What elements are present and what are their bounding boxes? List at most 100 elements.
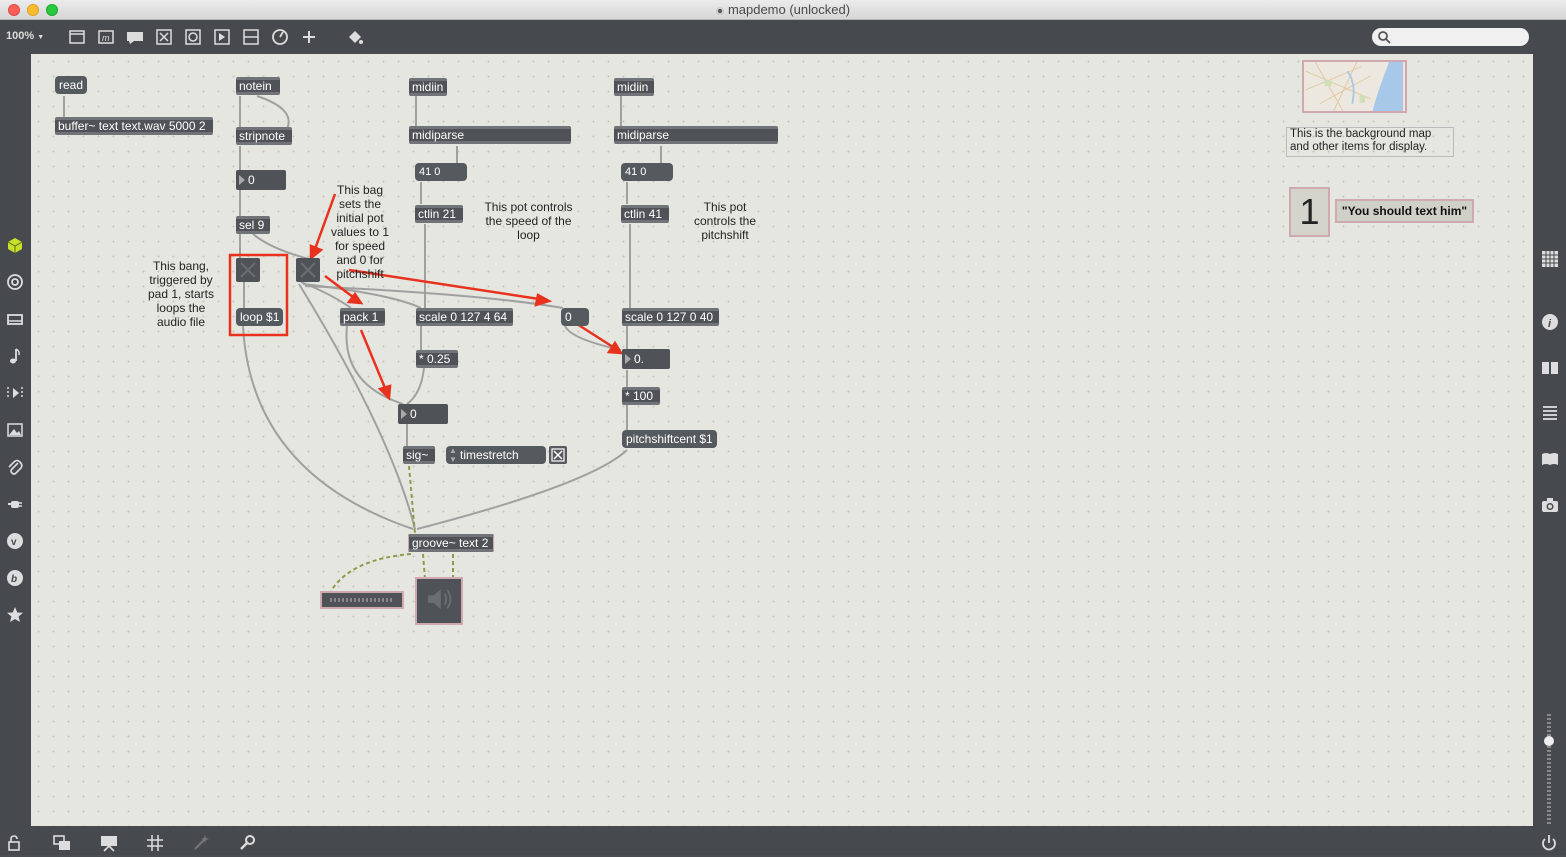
midiparse-object-2[interactable]: midiparse <box>614 126 778 144</box>
midiin-object-1[interactable]: midiin <box>409 78 447 96</box>
grid-icon[interactable] <box>1541 250 1559 268</box>
grid-snap-icon[interactable] <box>146 834 164 852</box>
dial-icon[interactable] <box>271 28 289 46</box>
stripnote-object[interactable]: stripnote <box>236 127 292 145</box>
sequence-icon[interactable] <box>6 384 24 402</box>
message-icon[interactable] <box>126 28 144 46</box>
comment-speed-pot: This pot controls the speed of the loop <box>484 200 573 242</box>
big-number-value: 1 <box>1299 191 1320 232</box>
patch-cord <box>406 367 425 405</box>
gain-slider[interactable] <box>320 591 404 609</box>
zoom-level: 100% <box>6 30 35 42</box>
paint-bucket-icon[interactable] <box>346 28 364 46</box>
midiparse-object-1[interactable]: midiparse <box>409 126 571 144</box>
left-sidebar: v b <box>0 54 31 826</box>
read-message[interactable]: read <box>55 76 88 94</box>
groove-object[interactable]: groove~ text 2 <box>408 534 494 552</box>
presentation-mode-icon[interactable] <box>100 834 118 852</box>
pitch-number-box[interactable]: 0 <box>236 170 286 190</box>
zoom-slider[interactable] <box>1541 714 1557 824</box>
presentation-icon[interactable] <box>68 28 86 46</box>
msg-41-0-pitch[interactable]: 41 0 <box>621 163 673 181</box>
ctlin-21-object[interactable]: ctlin 21 <box>415 205 463 223</box>
background-map-thumbnail[interactable] <box>1302 60 1407 113</box>
wrench-icon[interactable] <box>238 834 256 852</box>
quote-message-box[interactable]: "You should text him" <box>1335 199 1474 223</box>
paperclip-icon[interactable] <box>6 458 24 476</box>
star-icon[interactable] <box>6 606 24 624</box>
attribute-arrows-icon: ▲ ▼ <box>449 446 457 464</box>
note-icon[interactable] <box>6 347 24 365</box>
lock-icon[interactable] <box>6 834 24 852</box>
patcher-canvas[interactable]: read buffer~ text text.wav 5000 2 notein… <box>31 54 1533 826</box>
scale-pitch-object[interactable]: scale 0 127 0 40 <box>622 308 719 326</box>
loop-bang-button[interactable] <box>236 258 260 282</box>
scale-speed-object[interactable]: scale 0 127 4 64 <box>416 308 513 326</box>
document-icon <box>715 7 724 15</box>
toggle-check-icon <box>551 448 565 462</box>
zero-message[interactable]: 0 <box>561 308 589 326</box>
pack-object[interactable]: pack 1 <box>340 308 385 326</box>
image-icon[interactable] <box>6 421 24 439</box>
slider-icon[interactable] <box>242 28 260 46</box>
device-icon[interactable] <box>6 310 24 328</box>
loop-message[interactable]: loop $1 <box>236 308 284 326</box>
dac-speaker-button[interactable] <box>415 577 463 625</box>
map-park <box>1359 95 1366 103</box>
signal-cord <box>408 465 416 535</box>
plug-icon[interactable] <box>6 495 24 513</box>
midiin-object-2[interactable]: midiin <box>614 78 654 96</box>
notein-object[interactable]: notein <box>236 77 280 95</box>
multiply-025-object[interactable]: * 0.25 <box>416 350 458 368</box>
signal-cords <box>330 465 454 592</box>
svg-text:b: b <box>11 574 17 585</box>
toggle-icon[interactable] <box>155 28 173 46</box>
info-icon[interactable]: i <box>1541 313 1559 331</box>
sel-object[interactable]: sel 9 <box>236 216 270 234</box>
magic-icon <box>192 834 210 852</box>
zoom-slider-track <box>1547 714 1551 824</box>
title-bar: mapdemo (unlocked) <box>0 0 1566 20</box>
comment-loop-bang: This bang, triggered by pad 1, starts lo… <box>147 259 215 329</box>
list-icon[interactable] <box>1541 404 1559 422</box>
windows-icon[interactable] <box>53 834 71 852</box>
search-input[interactable] <box>1372 28 1529 46</box>
signal-cord <box>330 553 412 592</box>
ctlin-41-object[interactable]: ctlin 41 <box>621 205 669 223</box>
speed-number-box[interactable]: 0 <box>398 404 448 424</box>
circle-icon[interactable] <box>6 273 24 291</box>
multiply-100-object[interactable]: * 100 <box>622 387 660 405</box>
reference-icon[interactable] <box>1541 450 1559 468</box>
init-bang-button[interactable] <box>296 258 320 282</box>
sig-object[interactable]: sig~ <box>403 446 435 464</box>
annotation-arrowhead <box>534 293 553 307</box>
plus-icon[interactable] <box>300 28 318 46</box>
cube-icon[interactable] <box>6 236 24 254</box>
zoom-menu[interactable]: 100% ▼ <box>6 30 44 42</box>
button-icon[interactable] <box>184 28 202 46</box>
number-icon[interactable] <box>213 28 231 46</box>
right-sidebar: i <box>1533 54 1566 826</box>
book-icon[interactable] <box>1541 359 1559 377</box>
pitch-float-number-box[interactable]: 0. <box>622 349 670 369</box>
buffer-object[interactable]: buffer~ text text.wav 5000 2 <box>55 117 213 135</box>
comment-background-map: This is the background map and other ite… <box>1286 127 1454 157</box>
timestretch-label: timestretch <box>460 448 519 462</box>
vimeo-icon[interactable]: v <box>6 532 24 550</box>
power-icon[interactable] <box>1540 834 1558 852</box>
quote-message-text: "You should text him" <box>1341 204 1468 218</box>
window-title: mapdemo (unlocked) <box>727 2 851 17</box>
timestretch-attribute[interactable]: ▲ ▼ timestretch <box>446 446 546 464</box>
map-image <box>1305 62 1404 111</box>
zoom-slider-handle[interactable] <box>1544 736 1554 746</box>
gain-slider-track <box>330 598 394 602</box>
signal-cord <box>422 553 426 580</box>
camera-icon[interactable] <box>1541 496 1559 514</box>
pitchshiftcent-message[interactable]: pitchshiftcent $1 <box>622 430 717 448</box>
comment-init-bag: This bag sets the initial pot values to … <box>330 183 390 281</box>
bottom-bar <box>0 826 1566 855</box>
comment-icon[interactable]: m <box>97 28 115 46</box>
beta-icon[interactable]: b <box>6 569 24 587</box>
timestretch-toggle[interactable] <box>549 446 567 464</box>
msg-41-0-speed[interactable]: 41 0 <box>415 163 467 181</box>
